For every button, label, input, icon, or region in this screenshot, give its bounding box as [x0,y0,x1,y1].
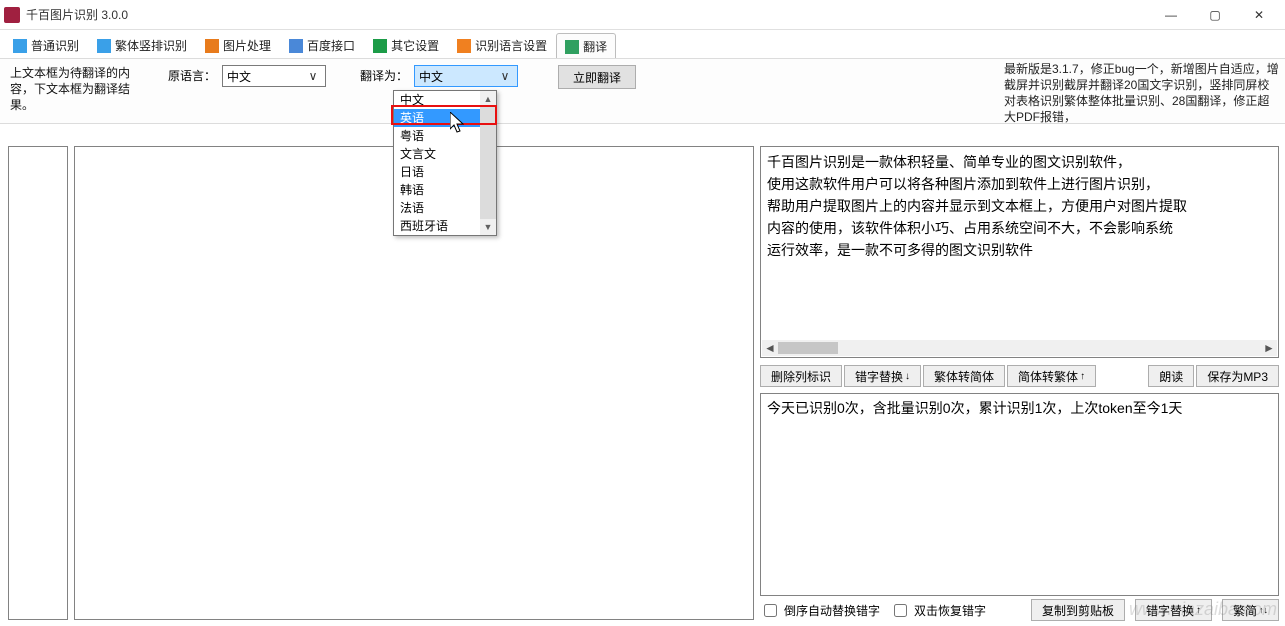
left-thumbnail-panel[interactable] [8,146,68,620]
gear-icon [373,39,387,53]
tab-translate[interactable]: 翻译 [556,33,616,59]
chevron-down-icon: ∨ [305,69,321,83]
api-icon [289,39,303,53]
translate-toolbar: 上文本框为待翻译的内容，下文本框为翻译结果。 原语言： 中文 ∨ 翻译为： 中文… [0,58,1285,124]
copy-clipboard-button[interactable]: 复制到剪贴板 [1031,599,1125,621]
delete-col-marks-button[interactable]: 删除列标识 [760,365,842,387]
close-button[interactable]: ✕ [1237,1,1281,29]
source-text-panel[interactable]: 千百图片识别是一款体积轻量、简单专业的图文识别软件， 使用这款软件用户可以将各种… [760,146,1279,358]
dropdown-scrollbar[interactable]: ▲ ▼ [480,91,496,235]
reverse-auto-replace-checkbox[interactable]: 倒序自动替换错字 [760,601,880,620]
doc-icon [13,39,27,53]
scrollbar-thumb[interactable] [778,342,838,354]
horizontal-scrollbar[interactable]: ◄ ► [762,340,1277,356]
target-lang-value: 中文 [419,68,443,85]
scroll-down-icon[interactable]: ▼ [480,219,496,235]
tab-normal-ocr[interactable]: 普通识别 [4,32,88,58]
tab-other-settings[interactable]: 其它设置 [364,32,448,58]
tab-lang-settings[interactable]: 识别语言设置 [448,32,556,58]
status-text: 今天已识别0次，含批量识别0次，累计识别1次，上次token至今1天 [767,400,1182,416]
scroll-right-icon[interactable]: ► [1261,340,1277,356]
trad-to-simp-button[interactable]: 繁体转简体 [923,365,1005,387]
text-tools-row: 删除列标识 错字替换 繁体转简体 简体转繁体 朗读 保存为MP3 [760,364,1279,388]
dblclick-restore-checkbox[interactable]: 双击恢复错字 [890,601,986,620]
titlebar: 千百图片识别 3.0.0 — ▢ ✕ [0,0,1285,30]
translate-icon [565,40,579,54]
instruction-text: 上文本框为待翻译的内容，下文本框为翻译结果。 [10,65,150,113]
simp-to-trad-button[interactable]: 简体转繁体 [1007,365,1096,387]
main-area: 千百图片识别是一款体积轻量、简单专业的图文识别软件， 使用这款软件用户可以将各种… [0,132,1285,626]
bottom-toolbar: 倒序自动替换错字 双击恢复错字 复制到剪贴板 错字替换 繁简 [760,598,1279,622]
window-title: 千百图片识别 3.0.0 [26,6,128,23]
tabbar: 普通识别 繁体竖排识别 图片处理 百度接口 其它设置 识别语言设置 翻译 [0,30,1285,58]
app-icon [4,7,20,23]
maximize-button[interactable]: ▢ [1193,1,1237,29]
source-lang-label: 原语言： [168,65,216,87]
scroll-left-icon[interactable]: ◄ [762,340,778,356]
target-lang-label: 翻译为： [360,65,408,87]
tab-image-process[interactable]: 图片处理 [196,32,280,58]
save-mp3-button[interactable]: 保存为MP3 [1196,365,1279,387]
source-lang-combo[interactable]: 中文 ∨ [222,65,326,87]
chevron-down-icon: ∨ [497,69,513,83]
minimize-button[interactable]: — [1149,1,1193,29]
status-text-panel[interactable]: 今天已识别0次，含批量识别0次，累计识别1次，上次token至今1天 [760,393,1279,596]
source-text[interactable]: 千百图片识别是一款体积轻量、简单专业的图文识别软件， 使用这款软件用户可以将各种… [761,147,1278,265]
scroll-up-icon[interactable]: ▲ [480,91,496,107]
tab-traditional-vertical[interactable]: 繁体竖排识别 [88,32,196,58]
typo-replace-button-2[interactable]: 错字替换 [1135,599,1212,621]
translate-now-button[interactable]: 立即翻译 [558,65,636,89]
news-text: 最新版是3.1.7，修正bug一个，新增图片自适应，增截屏并识别截屏并翻译20国… [1004,61,1279,125]
image-icon [205,39,219,53]
typo-replace-button[interactable]: 错字替换 [844,365,921,387]
source-lang-value: 中文 [227,68,251,85]
target-lang-combo[interactable]: 中文 ∨ [414,65,518,87]
doc-icon [97,39,111,53]
target-lang-dropdown[interactable]: 中文 英语 粤语 文言文 日语 韩语 法语 西班牙语 ▲ ▼ [393,90,497,236]
tab-baidu-api[interactable]: 百度接口 [280,32,364,58]
rss-icon [457,39,471,53]
trad-simp-toggle-button[interactable]: 繁简 [1222,599,1279,621]
read-aloud-button[interactable]: 朗读 [1148,365,1194,387]
